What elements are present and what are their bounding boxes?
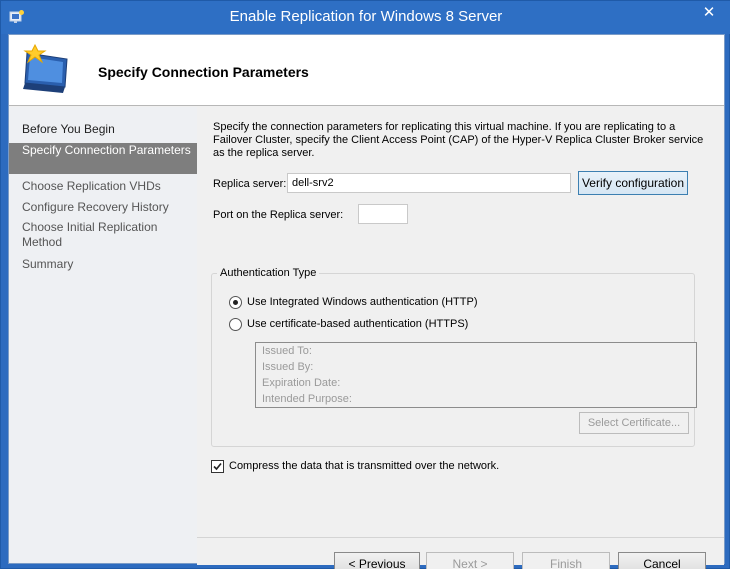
cert-issued-to: Issued To: bbox=[262, 345, 312, 357]
port-label: Port on the Replica server: bbox=[213, 209, 344, 221]
wizard-monitor-icon bbox=[23, 43, 68, 93]
replica-server-input[interactable]: dell-srv2 bbox=[287, 173, 571, 193]
replica-server-label: Replica server: bbox=[213, 178, 287, 190]
radio-http-auth-label[interactable]: Use Integrated Windows authentication (H… bbox=[247, 296, 478, 308]
verify-configuration-button[interactable]: Verify configuration bbox=[578, 171, 688, 195]
window-title: Enable Replication for Windows 8 Server bbox=[229, 8, 503, 25]
authentication-group-title: Authentication Type bbox=[217, 267, 320, 279]
nav-step-specify-connection[interactable]: Specify Connection Parameters bbox=[9, 143, 197, 174]
select-certificate-button[interactable]: Select Certificate... bbox=[579, 412, 689, 434]
next-button[interactable]: Next > bbox=[426, 552, 514, 569]
radio-https-auth[interactable] bbox=[229, 318, 242, 331]
finish-button[interactable]: Finish bbox=[522, 552, 610, 569]
wizard-client-area: Specify Connection Parameters Before You… bbox=[8, 34, 725, 569]
wizard-steps-nav: Before You Begin Specify Connection Para… bbox=[9, 107, 197, 563]
wizard-window: Enable Replication for Windows 8 Server … bbox=[0, 0, 730, 569]
intro-text: Specify the connection parameters for re… bbox=[213, 121, 704, 159]
cert-intended-purpose: Intended Purpose: bbox=[262, 393, 352, 405]
checkmark-icon bbox=[213, 462, 222, 471]
previous-button[interactable]: < Previous bbox=[334, 552, 420, 569]
nav-step-summary[interactable]: Summary bbox=[9, 257, 197, 272]
title-bar[interactable]: Enable Replication for Windows 8 Server … bbox=[1, 1, 730, 34]
wizard-content: Specify the connection parameters for re… bbox=[197, 107, 724, 569]
cert-expiration-date: Expiration Date: bbox=[262, 377, 341, 389]
radio-selected-dot bbox=[233, 300, 238, 305]
nav-step-initial-replication[interactable]: Choose Initial Replication Method bbox=[9, 220, 169, 250]
certificate-details-box: Issued To: Issued By: Expiration Date: I… bbox=[255, 342, 697, 408]
radio-http-auth[interactable] bbox=[229, 296, 242, 309]
nav-step-before-you-begin[interactable]: Before You Begin bbox=[9, 122, 197, 137]
compress-checkbox[interactable] bbox=[211, 460, 224, 473]
cert-issued-by: Issued By: bbox=[262, 361, 314, 373]
page-title: Specify Connection Parameters bbox=[98, 64, 309, 80]
cancel-button[interactable]: Cancel bbox=[618, 552, 706, 569]
wizard-header: Specify Connection Parameters bbox=[9, 35, 724, 106]
footer-separator bbox=[197, 537, 724, 538]
nav-step-choose-vhds[interactable]: Choose Replication VHDs bbox=[9, 179, 197, 194]
port-input[interactable] bbox=[358, 204, 408, 224]
nav-step-recovery-history[interactable]: Configure Recovery History bbox=[9, 200, 197, 215]
close-button[interactable]: ✕ bbox=[699, 4, 719, 22]
compress-label[interactable]: Compress the data that is transmitted ov… bbox=[229, 460, 499, 472]
radio-https-auth-label[interactable]: Use certificate-based authentication (HT… bbox=[247, 318, 468, 330]
